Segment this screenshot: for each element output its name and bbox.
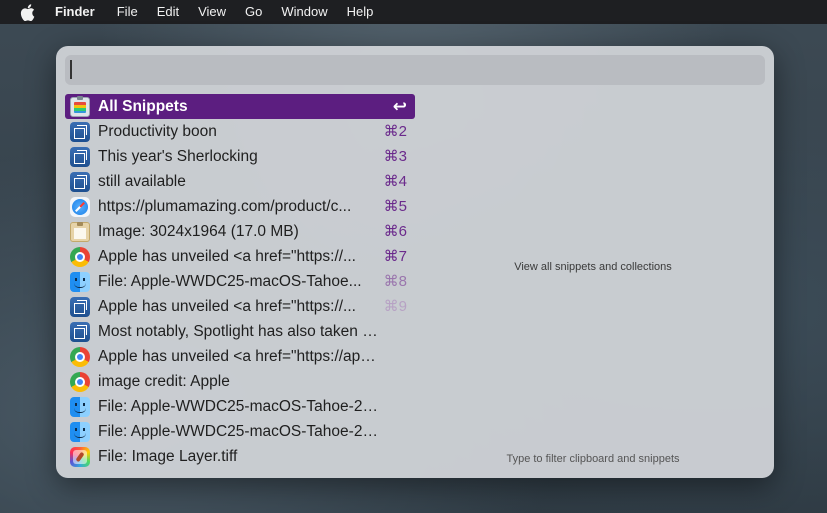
window-icon	[70, 146, 90, 167]
list-item-label: image credit: Apple	[98, 372, 230, 390]
chrome-icon	[70, 371, 90, 392]
shortcut-label: ⌘2	[383, 123, 407, 140]
list-item-label: File: Apple-WWDC25-macOS-Tahoe-26...	[98, 422, 380, 440]
list-item-label: File: Apple-WWDC25-macOS-Tahoe-26...	[98, 397, 380, 415]
list-item[interactable]: File: Apple-WWDC25-macOS-Tahoe-26...	[65, 394, 415, 419]
window-icon	[70, 121, 90, 142]
window-icon	[70, 296, 90, 317]
list-item[interactable]: Apple has unveiled <a href="https://... …	[65, 244, 415, 269]
list-item-all-snippets[interactable]: All Snippets ↩	[65, 94, 415, 119]
shortcut-label: ⌘7	[383, 248, 407, 265]
list-item[interactable]: https://plumamazing.com/product/c... ⌘5	[65, 194, 415, 219]
list-item-label: Apple has unveiled <a href="https://...	[98, 247, 356, 265]
shortcut-label: ⌘9	[383, 298, 407, 315]
list-item[interactable]: File: Apple-WWDC25-macOS-Tahoe... ⌘8	[65, 269, 415, 294]
menu-view[interactable]: View	[198, 0, 226, 24]
menu-edit[interactable]: Edit	[157, 0, 179, 24]
list-item-label: still available	[98, 172, 186, 190]
text-caret	[70, 60, 72, 79]
safari-icon	[70, 196, 90, 217]
shortcut-label: ⌘8	[383, 273, 407, 290]
chrome-icon	[70, 346, 90, 367]
chrome-icon	[70, 246, 90, 267]
list-item[interactable]: still available ⌘4	[65, 169, 415, 194]
list-item-label: File: Apple-WWDC25-macOS-Tahoe...	[98, 272, 362, 290]
snippets-clipboard-icon	[70, 95, 90, 117]
window-icon	[70, 171, 90, 192]
list-item[interactable]: This year's Sherlocking ⌘3	[65, 144, 415, 169]
shortcut-label: ⌘4	[383, 173, 407, 190]
list-item-label: File: Image Layer.tiff	[98, 447, 238, 465]
finder-icon	[70, 421, 90, 442]
list-item[interactable]: Apple has unveiled <a href="https://... …	[65, 294, 415, 319]
menu-help[interactable]: Help	[347, 0, 374, 24]
list-item-label: Productivity boon	[98, 122, 217, 140]
snippet-list: All Snippets ↩ Productivity boon ⌘2 This…	[65, 94, 415, 469]
list-item[interactable]: Image: 3024x1964 (17.0 MB) ⌘6	[65, 219, 415, 244]
menu-go[interactable]: Go	[245, 0, 262, 24]
filter-hint: Type to filter clipboard and snippets	[506, 453, 680, 465]
list-item-label: Apple has unveiled <a href="https://appl…	[98, 347, 380, 365]
list-item[interactable]: File: Apple-WWDC25-macOS-Tahoe-26...	[65, 419, 415, 444]
menu-finder[interactable]: Finder	[55, 0, 95, 24]
list-item-label: All Snippets	[98, 97, 188, 115]
list-item[interactable]: Productivity boon ⌘2	[65, 119, 415, 144]
clipboard-icon	[70, 221, 90, 242]
list-item-label: Apple has unveiled <a href="https://...	[98, 297, 356, 315]
menu-bar: Finder File Edit View Go Window Help	[0, 0, 827, 24]
list-item[interactable]: image credit: Apple	[65, 369, 415, 394]
shortcut-label: ⌘5	[383, 198, 407, 215]
list-item[interactable]: File: Image Layer.tiff	[65, 444, 415, 469]
list-item[interactable]: Apple has unveiled <a href="https://appl…	[65, 344, 415, 369]
shortcut-label: ⌘3	[383, 148, 407, 165]
list-item-label: This year's Sherlocking	[98, 147, 258, 165]
menu-file[interactable]: File	[117, 0, 138, 24]
search-input[interactable]	[65, 55, 765, 85]
list-item[interactable]: Most notably, Spotlight has also taken o…	[65, 319, 415, 344]
pixelmator-icon	[70, 446, 90, 467]
apple-logo-icon[interactable]	[19, 0, 35, 24]
clipboard-panel: All Snippets ↩ Productivity boon ⌘2 This…	[56, 46, 774, 478]
return-key-icon: ↩	[392, 97, 407, 116]
shortcut-label: ⌘6	[383, 223, 407, 240]
finder-icon	[70, 396, 90, 417]
list-item-label: Most notably, Spotlight has also taken o…	[98, 322, 380, 340]
list-item-label: Image: 3024x1964 (17.0 MB)	[98, 222, 299, 240]
menu-window[interactable]: Window	[281, 0, 327, 24]
finder-icon	[70, 271, 90, 292]
list-item-label: https://plumamazing.com/product/c...	[98, 197, 352, 215]
window-icon	[70, 321, 90, 342]
preview-hint: View all snippets and collections	[514, 261, 672, 273]
